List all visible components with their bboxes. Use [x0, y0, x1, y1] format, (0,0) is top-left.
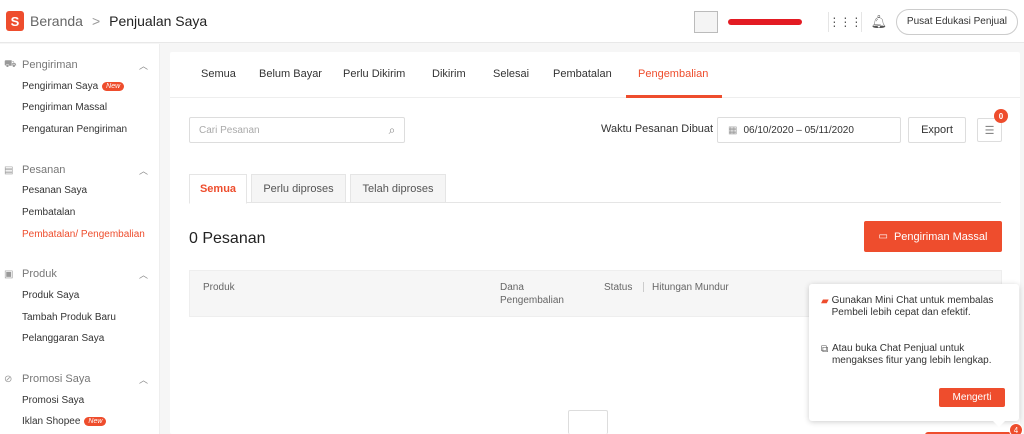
sidebar-group-pengiriman[interactable]: ⛟ Pengiriman ︿: [4, 57, 154, 73]
empty-orders-icon: [568, 410, 608, 434]
apps-grid-icon[interactable]: ⋮⋮⋮: [828, 15, 862, 29]
truck-icon: ⛟: [4, 58, 17, 70]
breadcrumb-home[interactable]: Beranda: [30, 13, 83, 29]
sidebar-group-label: Pengiriman: [22, 59, 78, 71]
calendar-icon: ▦: [728, 124, 738, 136]
sidebar-item-label: Iklan Shopee: [22, 416, 81, 427]
active-tab-indicator: [626, 95, 722, 98]
sidebar-item-pembatalan[interactable]: Pembatalan: [22, 207, 75, 218]
mass-shipping-label: Pengiriman Massal: [893, 230, 988, 243]
sidebar-item-pengaturan-pengiriman[interactable]: Pengaturan Pengiriman: [22, 124, 127, 135]
breadcrumb-current: Penjualan Saya: [109, 13, 208, 29]
tip-chat-penjual: ⧉ Atau buka Chat Penjual untuk mengakses…: [821, 343, 1011, 367]
sidebar-item-promosi-saya[interactable]: Promosi Saya: [22, 395, 84, 406]
export-button[interactable]: Export: [908, 117, 966, 143]
sidebar-item-pengiriman-saya[interactable]: Pengiriman Saya New: [22, 81, 125, 92]
breadcrumb-separator: >: [91, 13, 101, 29]
tab-semua[interactable]: Semua: [201, 68, 236, 80]
sidebar-group-produk[interactable]: ▣ Produk ︿: [4, 266, 154, 282]
help-center-button[interactable]: Pusat Edukasi Penjual: [895, 8, 1018, 35]
export-count-badge: 0: [994, 109, 1008, 123]
username-redacted[interactable]: [727, 18, 802, 25]
processing-subtabs: Semua Perlu diproses Telah diproses: [189, 174, 1001, 204]
search-input[interactable]: [190, 124, 380, 136]
shopee-logo-icon[interactable]: S: [6, 11, 24, 31]
tab-pengembalian[interactable]: Pengembalian: [638, 68, 708, 80]
sidebar-item-tambah-produk[interactable]: Tambah Produk Baru: [22, 312, 116, 323]
box-icon: ▣: [4, 268, 14, 280]
mengerti-button[interactable]: Mengerti: [939, 388, 1005, 407]
sidebar: ⛟ Pengiriman ︿ Pengiriman Saya New Pengi…: [0, 44, 160, 434]
avatar[interactable]: [693, 10, 718, 33]
tab-dikirim[interactable]: Dikirim: [432, 68, 466, 80]
date-range-picker[interactable]: ▦ 06/10/2020 – 05/11/2020: [717, 117, 901, 143]
subtab-telah-diproses[interactable]: Telah diproses: [350, 174, 446, 203]
sidebar-group-promosi[interactable]: ⊘ Promosi Saya ︿: [4, 371, 154, 387]
open-chat-icon: ⧉: [821, 344, 829, 355]
date-range-value: 06/10/2020 – 05/11/2020: [743, 124, 854, 136]
chevron-up-icon[interactable]: ︿: [139, 164, 148, 177]
sidebar-item-pembatalan-pengembalian[interactable]: Pembatalan/ Pengembalian: [22, 229, 145, 240]
tab-selesai[interactable]: Selesai: [493, 68, 529, 80]
order-search-field[interactable]: ⌕: [189, 117, 405, 143]
sidebar-group-label: Produk: [22, 268, 57, 280]
chat-unread-badge: 4: [1009, 423, 1023, 434]
chevron-up-icon[interactable]: ︿: [139, 373, 148, 386]
subtab-perlu-diproses[interactable]: Perlu diproses: [251, 174, 346, 203]
sidebar-item-pelanggaran-saya[interactable]: Pelanggaran Saya: [22, 333, 104, 344]
clipboard-icon: ▤: [4, 164, 14, 176]
sidebar-item-label: Pengiriman Saya: [22, 81, 99, 92]
tip-chat-penjual-text: Atau buka Chat Penjual untuk mengakses f…: [831, 343, 992, 366]
date-filter-label: Waktu Pesanan Dibuat: [601, 123, 714, 135]
column-hitungan-mundur: Hitungan Mundur: [652, 282, 729, 293]
column-dana-pengembalian: Dana Pengembalian: [500, 282, 564, 306]
mini-chat-tooltip: ▰ Gunakan Mini Chat untuk membalas Pembe…: [809, 284, 1019, 421]
tip-mini-chat-text: Gunakan Mini Chat untuk membalas Pembeli…: [831, 295, 994, 318]
sidebar-group-label: Promosi Saya: [22, 373, 91, 385]
bell-icon[interactable]: 🔔︎: [862, 14, 896, 30]
sidebar-item-pesanan-saya[interactable]: Pesanan Saya: [22, 185, 87, 196]
tag-icon: ⊘: [4, 373, 13, 385]
chevron-up-icon[interactable]: ︿: [139, 268, 148, 281]
sidebar-item-pengiriman-massal[interactable]: Pengiriman Massal: [22, 102, 107, 113]
order-count-title: 0 Pesanan: [189, 230, 266, 247]
subtab-semua[interactable]: Semua: [189, 174, 247, 204]
mass-shipping-button[interactable]: ▭ Pengiriman Massal: [864, 221, 1002, 252]
tip-mini-chat: ▰ Gunakan Mini Chat untuk membalas Pembe…: [821, 295, 1011, 319]
chat-icon: ▰: [821, 296, 829, 307]
order-status-tabs: Semua Belum Bayar Perlu Dikirim Dikirim …: [170, 52, 1020, 98]
search-icon[interactable]: ⌕: [380, 123, 404, 138]
column-status: Status: [604, 282, 633, 293]
tooltip-arrow: [992, 420, 1006, 427]
tab-perlu-dikirim[interactable]: Perlu Dikirim: [343, 68, 405, 80]
sidebar-item-iklan-shopee[interactable]: Iklan Shopee New: [22, 416, 107, 427]
sidebar-group-label: Pesanan: [22, 164, 66, 176]
shipping-icon: ▭: [878, 231, 888, 242]
tab-belum-bayar[interactable]: Belum Bayar: [259, 68, 322, 80]
tab-pembatalan[interactable]: Pembatalan: [553, 68, 612, 80]
new-badge: New: [84, 417, 107, 426]
sidebar-group-pesanan[interactable]: ▤ Pesanan ︿: [4, 162, 154, 178]
new-badge: New: [102, 82, 125, 91]
top-header: S Beranda > Penjualan Saya ⋮⋮⋮ 🔔︎ Pusat …: [0, 0, 1024, 43]
column-produk: Produk: [203, 282, 235, 293]
chevron-up-icon[interactable]: ︿: [139, 59, 148, 72]
sidebar-item-produk-saya[interactable]: Produk Saya: [22, 290, 79, 301]
column-divider: [643, 282, 644, 292]
